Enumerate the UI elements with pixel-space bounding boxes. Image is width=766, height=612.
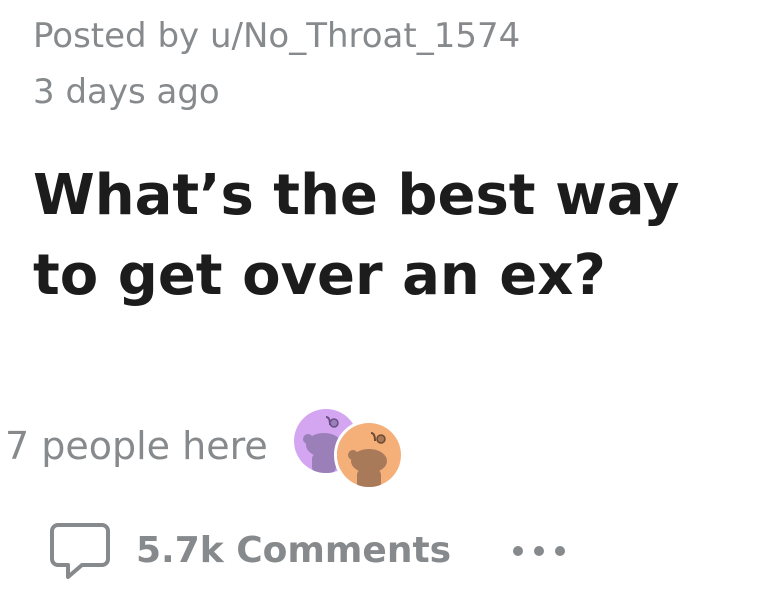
post-author[interactable]: Posted by u/No_Throat_1574 <box>33 16 520 56</box>
post-title[interactable]: What’s the best way to get over an ex? <box>33 156 761 316</box>
comments-count: 5.7k Comments <box>136 530 452 571</box>
snoo-avatar-icon <box>334 420 404 490</box>
comments-button[interactable]: 5.7k Comments <box>48 515 451 587</box>
more-options-icon[interactable] <box>510 541 568 561</box>
post-timestamp: 3 days ago <box>33 72 220 112</box>
presence-label: 7 people here <box>5 424 268 468</box>
post-action-bar: 5.7k Comments <box>48 515 608 587</box>
comment-bubble-icon <box>48 519 112 583</box>
